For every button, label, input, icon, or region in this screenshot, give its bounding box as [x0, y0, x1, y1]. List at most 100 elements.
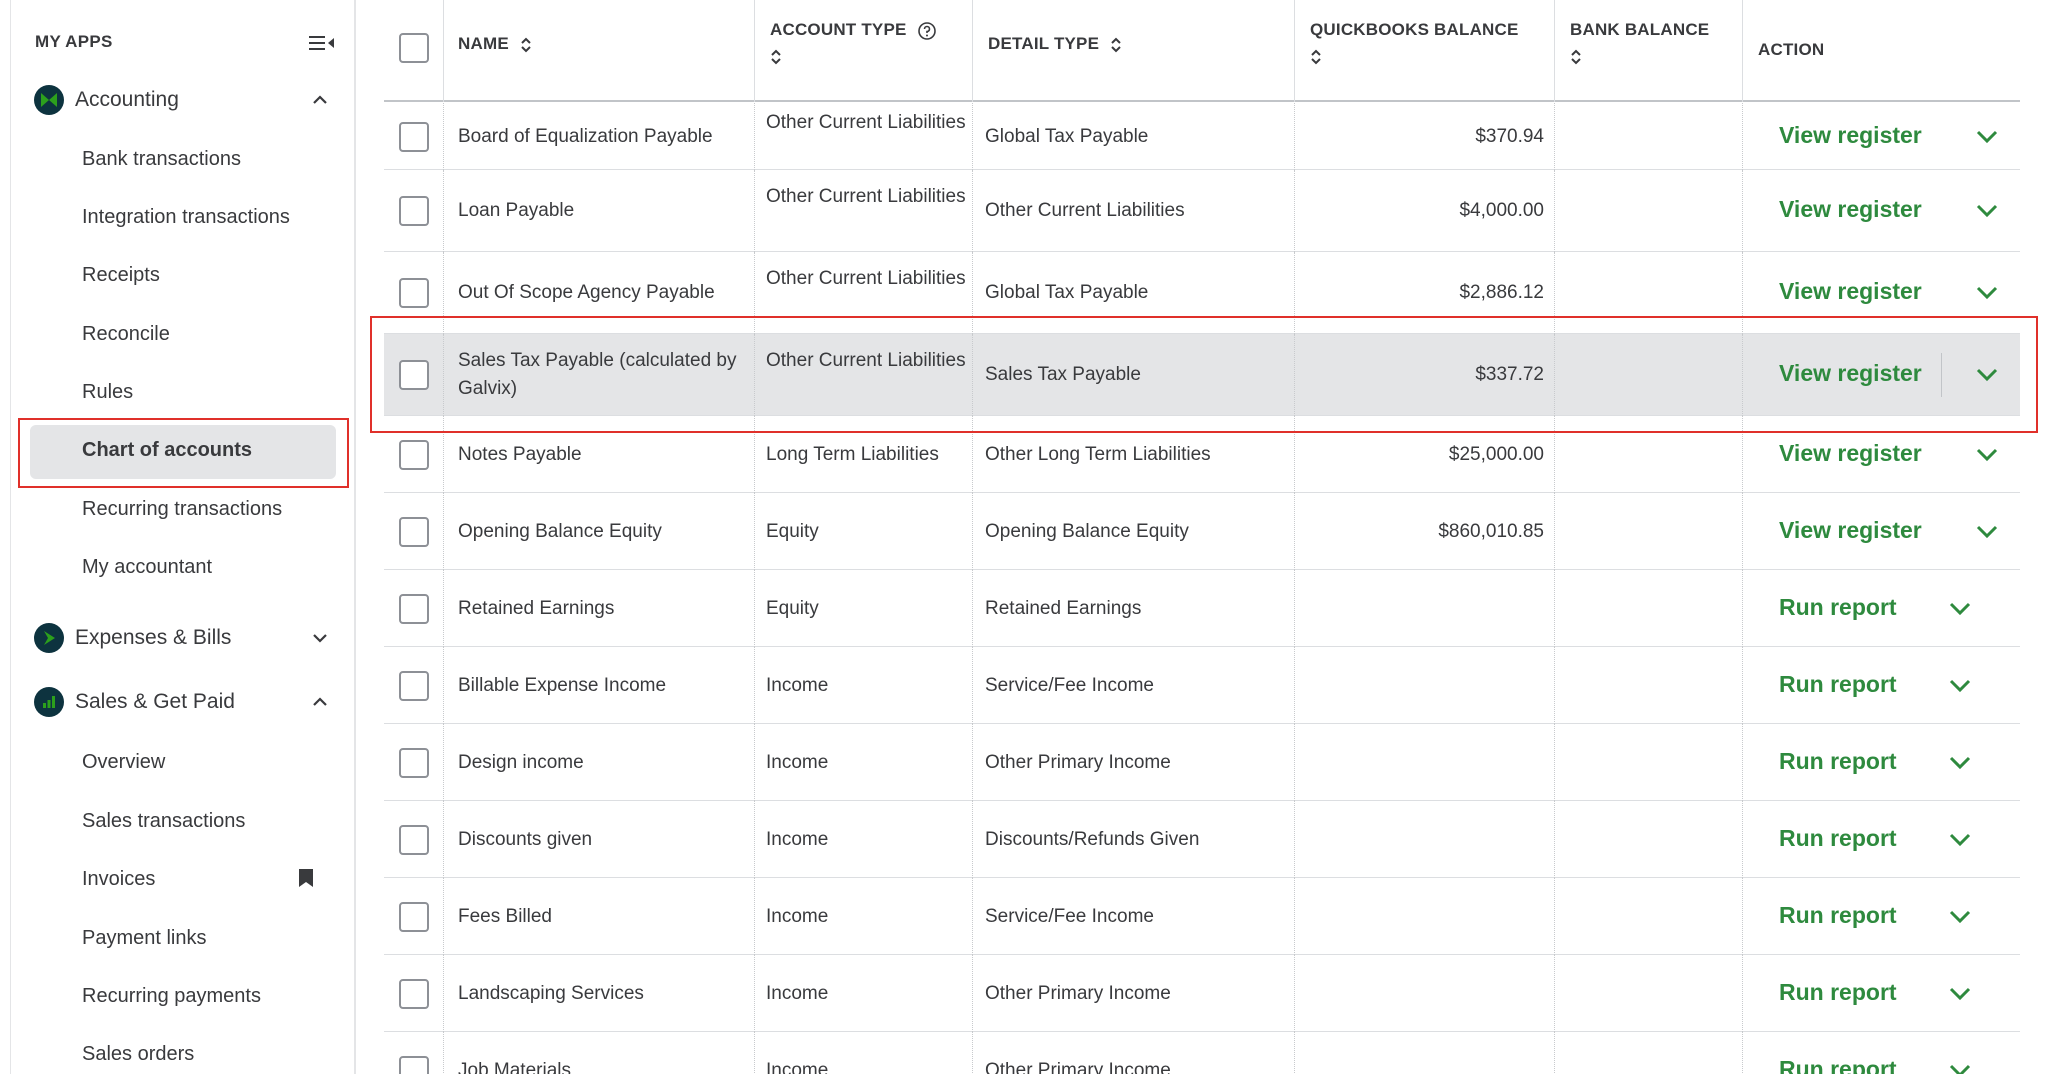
chevron-down-icon[interactable]	[1949, 1064, 1971, 1074]
sidebar-item-bank-transactions[interactable]: Bank transactions	[82, 148, 241, 171]
chevron-down-icon[interactable]	[1976, 525, 1998, 539]
table-row[interactable]: Retained Earnings Equity Retained Earnings…	[384, 570, 2020, 647]
row-checkbox[interactable]	[399, 670, 429, 701]
header-name[interactable]: NAME	[458, 34, 532, 54]
sort-icon[interactable]	[770, 48, 782, 66]
chevron-up-icon[interactable]	[310, 692, 330, 712]
table-row[interactable]: Out Of Scope Agency Payable Other Current…	[384, 252, 2020, 334]
column-separator	[1742, 170, 1743, 252]
row-checkbox[interactable]	[399, 824, 429, 855]
chevron-down-icon[interactable]	[1949, 833, 1971, 847]
chevron-down-icon[interactable]	[1949, 679, 1971, 693]
sidebar-item-sales-transactions[interactable]: Sales transactions	[82, 810, 245, 833]
column-separator	[1742, 334, 1743, 416]
sort-icon[interactable]	[1110, 36, 1122, 54]
table-row[interactable]: Loan Payable Other Current Liabilities Oth…	[384, 170, 2020, 252]
sidebar-item-rules[interactable]: Rules	[82, 381, 133, 404]
chevron-down-icon[interactable]	[1949, 987, 1971, 1001]
row-checkbox[interactable]	[399, 360, 429, 390]
row-checkbox[interactable]	[399, 1055, 429, 1074]
sidebar-item-payment-links[interactable]: Payment links	[82, 927, 207, 950]
run-report-link[interactable]: Run report	[1779, 1056, 1897, 1074]
sidebar-item-overview[interactable]: Overview	[82, 751, 165, 774]
sidebar-item-my-accountant[interactable]: My accountant	[82, 556, 212, 579]
column-separator	[1294, 801, 1295, 878]
select-all-checkbox[interactable]	[399, 33, 429, 63]
view-register-link[interactable]: View register	[1779, 440, 1922, 467]
account-type: Equity	[766, 520, 819, 542]
row-checkbox[interactable]	[399, 278, 429, 308]
table-row[interactable]: Board of Equalization Payable Other Curre…	[384, 103, 2020, 170]
chevron-down-icon[interactable]	[1949, 910, 1971, 924]
header-bank-balance[interactable]: BANK BALANCE	[1570, 20, 1709, 66]
app-sales-get-paid[interactable]: Sales & Get Paid	[34, 684, 330, 720]
row-checkbox[interactable]	[399, 593, 429, 624]
header-account-type[interactable]: ACCOUNT TYPE	[770, 20, 937, 67]
sidebar-item-sales-orders[interactable]: Sales orders	[82, 1043, 194, 1066]
column-separator	[1294, 724, 1295, 801]
sort-icon[interactable]	[1570, 48, 1582, 66]
row-checkbox[interactable]	[399, 516, 429, 547]
run-report-link[interactable]: Run report	[1779, 825, 1897, 852]
run-report-link[interactable]: Run report	[1779, 902, 1897, 929]
column-separator	[1742, 955, 1743, 1032]
row-checkbox[interactable]	[399, 978, 429, 1009]
column-separator	[1554, 1032, 1555, 1074]
sort-icon[interactable]	[520, 36, 532, 54]
chevron-down-icon[interactable]	[1949, 756, 1971, 770]
table-row[interactable]: Opening Balance Equity Equity Opening Bala…	[384, 493, 2020, 570]
sidebar-item-reconcile[interactable]: Reconcile	[82, 323, 170, 346]
column-separator	[1554, 252, 1555, 334]
table-row[interactable]: Sales Tax Payable (calculated by Galvix)…	[384, 334, 2020, 416]
detail-type: Global Tax Payable	[985, 125, 1149, 147]
chevron-up-icon[interactable]	[310, 90, 330, 110]
app-accounting[interactable]: Accounting	[34, 82, 330, 118]
table-row[interactable]: Notes Payable Long Term Liabilities Other …	[384, 416, 2020, 493]
help-icon[interactable]	[917, 21, 937, 41]
bookmark-icon[interactable]	[298, 868, 314, 888]
collapse-sidebar-icon[interactable]	[309, 33, 335, 53]
chevron-down-icon[interactable]	[1976, 286, 1998, 300]
header-qb-balance-label: QUICKBOOKS BALANCE	[1310, 20, 1519, 39]
sidebar-item-integration-transactions[interactable]: Integration transactions	[82, 206, 290, 229]
chevron-down-icon[interactable]	[1976, 204, 1998, 218]
run-report-link[interactable]: Run report	[1779, 979, 1897, 1006]
column-separator	[754, 252, 755, 334]
table-row[interactable]: Billable Expense Income Income Service/Fee…	[384, 647, 2020, 724]
table-row[interactable]: Landscaping Services Income Other Primary …	[384, 955, 2020, 1032]
column-separator	[1294, 955, 1295, 1032]
sidebar-item-invoices[interactable]: Invoices	[82, 868, 155, 891]
app-expenses-bills[interactable]: Expenses & Bills	[34, 620, 330, 656]
view-register-link[interactable]: View register	[1779, 122, 1922, 149]
column-separator	[1742, 878, 1743, 955]
header-detail-type[interactable]: DETAIL TYPE	[988, 34, 1122, 54]
view-register-link[interactable]: View register	[1779, 196, 1922, 223]
table-row[interactable]: Design income Income Other Primary Income R…	[384, 724, 2020, 801]
column-separator	[443, 334, 444, 416]
table-row[interactable]: Discounts given Income Discounts/Refunds G…	[384, 801, 2020, 878]
row-checkbox[interactable]	[399, 747, 429, 778]
sidebar-item-recurring-payments[interactable]: Recurring payments	[82, 985, 261, 1008]
sidebar-item-receipts[interactable]: Receipts	[82, 264, 160, 287]
chevron-down-icon[interactable]	[1976, 448, 1998, 462]
run-report-link[interactable]: Run report	[1779, 594, 1897, 621]
sort-icon[interactable]	[1310, 48, 1322, 66]
header-qb-balance[interactable]: QUICKBOOKS BALANCE	[1310, 20, 1519, 66]
chevron-down-icon[interactable]	[310, 628, 330, 648]
row-checkbox[interactable]	[399, 121, 429, 152]
row-checkbox[interactable]	[399, 439, 429, 470]
table-row[interactable]: Fees Billed Income Service/Fee Income Run r…	[384, 878, 2020, 955]
view-register-link[interactable]: View register	[1779, 278, 1922, 305]
run-report-link[interactable]: Run report	[1779, 748, 1897, 775]
run-report-link[interactable]: Run report	[1779, 671, 1897, 698]
table-row[interactable]: Job Materials Income Other Primary Income R…	[384, 1032, 2020, 1074]
account-name: Board of Equalization Payable	[458, 125, 713, 147]
sidebar-item-recurring-transactions[interactable]: Recurring transactions	[82, 498, 282, 521]
view-register-link[interactable]: View register	[1779, 360, 1922, 387]
row-checkbox[interactable]	[399, 196, 429, 226]
chevron-down-icon[interactable]	[1976, 368, 1998, 382]
chevron-down-icon[interactable]	[1949, 602, 1971, 616]
chevron-down-icon[interactable]	[1976, 130, 1998, 144]
row-checkbox[interactable]	[399, 901, 429, 932]
view-register-link[interactable]: View register	[1779, 517, 1922, 544]
